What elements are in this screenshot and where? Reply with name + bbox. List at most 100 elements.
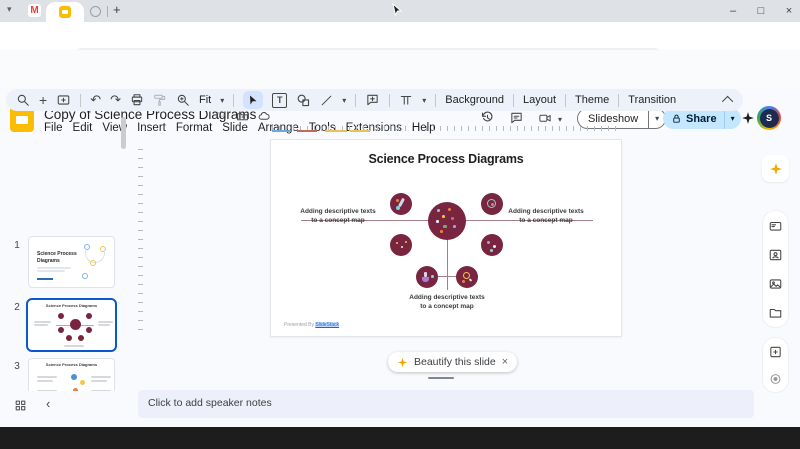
contacts-icon[interactable] xyxy=(768,248,783,262)
collapse-toolbar-chevron-icon[interactable] xyxy=(721,95,734,108)
new-tab-button[interactable]: + xyxy=(113,3,121,16)
concept-node-constellation[interactable] xyxy=(390,234,412,256)
insert-comment-icon[interactable] xyxy=(365,93,380,107)
theme-button[interactable]: Theme xyxy=(575,94,609,106)
node-icon-detail xyxy=(451,217,454,220)
add-box-icon[interactable] xyxy=(768,345,783,359)
shapes-icon[interactable] xyxy=(296,93,311,108)
filmstrip-scrollbar[interactable] xyxy=(121,117,126,149)
menu-insert[interactable]: Insert xyxy=(137,122,166,134)
thumb-text-placeholder xyxy=(91,380,107,382)
share-button[interactable]: Share xyxy=(682,113,724,125)
slides-favicon-inner xyxy=(62,10,68,14)
browser-tab-strip: ▾ M + – □ × xyxy=(0,0,800,22)
node-icon-detail xyxy=(396,206,400,210)
node-icon-detail xyxy=(490,249,493,252)
concept-label-bottom[interactable]: Adding descriptive texts to a concept ma… xyxy=(409,293,485,312)
side-panel-extras xyxy=(762,337,789,393)
quick-add-icon[interactable]: + xyxy=(39,92,47,108)
transition-button[interactable]: Transition xyxy=(628,94,676,106)
thumb-link-placeholder xyxy=(37,278,53,280)
credit-link[interactable]: SlideStack xyxy=(315,322,340,328)
meet-caret-icon[interactable]: ▾ xyxy=(558,115,562,124)
node-icon-detail xyxy=(422,277,429,282)
account-avatar[interactable]: S xyxy=(757,106,781,130)
filmstrip: 1 Science Process Diagrams 2 Science Pro… xyxy=(0,112,122,391)
concept-label-left[interactable]: Adding descriptive texts to a concept ma… xyxy=(300,207,376,226)
ruler-mark-blue xyxy=(272,130,290,132)
concept-node-molecule[interactable] xyxy=(481,234,503,256)
zoom-caret-icon[interactable]: ▾ xyxy=(220,96,224,105)
version-history-icon[interactable] xyxy=(480,110,495,125)
redo-icon[interactable]: ↷ xyxy=(110,92,121,108)
layout-button[interactable]: Layout xyxy=(523,94,556,106)
gmail-tab-favicon[interactable]: M xyxy=(28,4,41,17)
concept-node-magnifier[interactable] xyxy=(456,266,478,288)
search-icon[interactable] xyxy=(16,93,30,107)
thumb-graphic-dot xyxy=(90,260,96,266)
share-caret-icon[interactable]: ▾ xyxy=(725,114,741,123)
speaker-notes-box[interactable]: Click to add speaker notes xyxy=(138,390,754,418)
new-slide-icon[interactable] xyxy=(56,93,71,107)
line-tool-icon[interactable] xyxy=(320,94,333,107)
comments-icon[interactable] xyxy=(509,111,524,125)
thumb3-title: Science Process Diagrams xyxy=(45,362,98,367)
window-minimize-button[interactable]: – xyxy=(726,5,740,17)
meet-camera-icon[interactable] xyxy=(537,112,553,125)
print-icon[interactable] xyxy=(130,93,144,107)
beautify-close-icon[interactable]: × xyxy=(502,356,508,368)
background-tab-favicon[interactable] xyxy=(90,6,101,17)
concept-node-flask[interactable] xyxy=(416,266,438,288)
window-close-button[interactable]: × xyxy=(782,5,796,17)
concept-node-central[interactable] xyxy=(428,202,466,240)
zoom-select[interactable]: Fit xyxy=(199,94,211,106)
side-panel-gemini-button[interactable] xyxy=(762,155,789,182)
side-panel-apps xyxy=(762,210,789,328)
window-maximize-button[interactable]: □ xyxy=(754,5,768,17)
collapse-filmstrip-chevron-icon[interactable]: ‹ xyxy=(46,396,50,411)
background-button[interactable]: Background xyxy=(445,94,504,106)
menu-slide[interactable]: Slide xyxy=(222,122,248,134)
tab-search-chevron-icon[interactable]: ▾ xyxy=(7,5,12,14)
image-share-icon[interactable] xyxy=(768,277,783,291)
select-tool-button[interactable] xyxy=(243,91,264,109)
concept-node-microscope[interactable] xyxy=(390,193,412,215)
folder-icon[interactable] xyxy=(768,306,783,320)
thumb-text-placeholder xyxy=(34,324,48,326)
slide-thumbnail-1[interactable]: Science Process Diagrams xyxy=(28,236,115,288)
beautify-this-slide-button[interactable]: Beautify this slide × xyxy=(388,352,518,372)
slide-thumbnail-2-selected[interactable]: Science Process Diagrams xyxy=(26,298,117,352)
text-align-icon[interactable] xyxy=(399,93,413,107)
record-icon[interactable] xyxy=(768,372,783,386)
contact-card-icon[interactable] xyxy=(768,219,783,233)
text-box-icon[interactable]: T xyxy=(272,92,288,108)
undo-icon[interactable]: ↶ xyxy=(90,92,101,108)
grid-view-icon[interactable] xyxy=(14,399,27,412)
slides-header: Copy of Science Process Diagrams ☆ File … xyxy=(0,50,800,134)
slide-number: 1 xyxy=(14,240,20,251)
thumb-graphic-dot xyxy=(78,335,84,341)
thumb-graphic-dot xyxy=(82,273,88,279)
slide-thumbnail-3[interactable]: Science Process Diagrams xyxy=(28,358,115,391)
paint-format-icon[interactable] xyxy=(153,93,167,107)
thumb-graphic-dot xyxy=(70,319,81,330)
node-icon-detail xyxy=(468,278,473,282)
thumb-text-placeholder xyxy=(91,376,111,378)
line-caret-icon[interactable]: ▾ xyxy=(342,96,346,105)
account-avatar-glyph: S xyxy=(759,108,779,128)
notes-resize-handle[interactable] xyxy=(428,377,454,379)
menu-format[interactable]: Format xyxy=(176,122,212,134)
concept-node-atom[interactable] xyxy=(481,193,503,215)
gemini-sparkle-icon[interactable] xyxy=(741,111,755,125)
active-tab[interactable] xyxy=(46,2,84,22)
slide-canvas[interactable]: Science Process Diagrams Adding descript… xyxy=(270,139,622,337)
credit-prefix: Presented By xyxy=(284,322,316,328)
gemini-gold-sparkle-icon xyxy=(769,162,782,175)
concept-label-right[interactable]: Adding descriptive texts to a concept ma… xyxy=(508,207,584,226)
slideshow-button[interactable]: Slideshow xyxy=(578,113,648,125)
align-caret-icon[interactable]: ▾ xyxy=(422,96,426,105)
slide-title[interactable]: Science Process Diagrams xyxy=(271,152,621,166)
zoom-icon[interactable] xyxy=(176,93,190,107)
node-icon-detail xyxy=(493,245,496,248)
thumb-graphic-dot xyxy=(66,335,72,341)
